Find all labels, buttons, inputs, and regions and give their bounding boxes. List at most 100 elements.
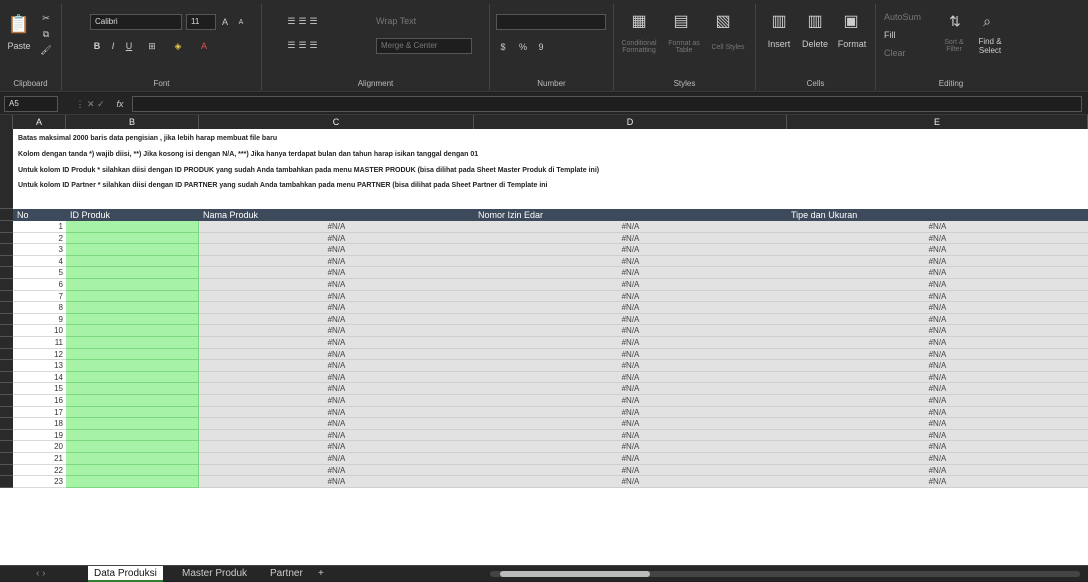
cell-no[interactable]: 21 [13, 453, 66, 465]
cell-no[interactable]: 13 [13, 360, 66, 372]
cell-no[interactable]: 22 [13, 464, 66, 477]
cell-nama-produk[interactable]: #N/A [199, 221, 474, 233]
horizontal-align-icons[interactable]: ☰☰☰ [274, 38, 334, 52]
cell-no[interactable]: 7 [13, 290, 66, 303]
row-header[interactable] [0, 441, 13, 453]
cell-nomor-izin-edar[interactable]: #N/A [474, 418, 787, 430]
cell-no[interactable]: 11 [13, 337, 66, 349]
cell-nomor-izin-edar[interactable]: #N/A [474, 406, 787, 419]
cell-nomor-izin-edar[interactable]: #N/A [474, 429, 787, 442]
cell-id-produk[interactable] [66, 244, 199, 256]
copy-icon[interactable]: ⧉ [38, 28, 54, 40]
row-header[interactable] [0, 313, 13, 326]
cell-no[interactable]: 8 [13, 302, 66, 314]
cell-id-produk[interactable] [66, 290, 199, 303]
row-header[interactable] [0, 221, 13, 233]
number-format-select[interactable] [496, 14, 606, 30]
cell-nama-produk[interactable]: #N/A [199, 244, 474, 256]
cell-nama-produk[interactable]: #N/A [199, 418, 474, 430]
cell-tipe-ukuran[interactable]: #N/A [787, 371, 1088, 384]
row-header[interactable] [0, 290, 13, 303]
row-header[interactable] [0, 464, 13, 477]
horizontal-scrollbar[interactable] [490, 571, 1080, 577]
find-select-button[interactable]: Find & Select [972, 36, 1008, 56]
cell-tipe-ukuran[interactable]: #N/A [787, 383, 1088, 395]
tab-data-produksi[interactable]: Data Produksi [88, 566, 163, 582]
borders-icon[interactable]: ⊞ [142, 38, 162, 54]
column-header-d[interactable]: D [474, 115, 787, 129]
row-header[interactable] [0, 279, 13, 291]
add-sheet-button[interactable]: + [312, 566, 330, 582]
cell-nomor-izin-edar[interactable]: #N/A [474, 267, 787, 279]
formula-icons[interactable]: ⋮ ✕ ✓ [70, 96, 110, 112]
column-header-a[interactable]: A [13, 115, 66, 129]
vertical-align-icons[interactable]: ☰☰☰ [274, 14, 334, 28]
cell-nomor-izin-edar[interactable]: #N/A [474, 383, 787, 395]
row-header[interactable] [0, 371, 13, 384]
cell-id-produk[interactable] [66, 325, 199, 337]
name-box[interactable]: A5 [4, 96, 58, 112]
cell-nomor-izin-edar[interactable]: #N/A [474, 337, 787, 349]
cell-nomor-izin-edar[interactable]: #N/A [474, 290, 787, 303]
format-as-table-icon[interactable]: ▤ [666, 10, 696, 32]
cell-tipe-ukuran[interactable]: #N/A [787, 255, 1088, 268]
delete-icon[interactable]: ▥ [800, 10, 830, 32]
tab-master-produk[interactable]: Master Produk [176, 566, 253, 582]
cell-nama-produk[interactable]: #N/A [199, 348, 474, 361]
cell-nama-produk[interactable]: #N/A [199, 383, 474, 395]
underline-button[interactable]: U [122, 38, 136, 54]
increase-font-icon[interactable]: A [218, 14, 232, 30]
cell-id-produk[interactable] [66, 232, 199, 245]
cell-nomor-izin-edar[interactable]: #N/A [474, 279, 787, 291]
format-button[interactable]: Format [834, 38, 870, 50]
cell-nomor-izin-edar[interactable]: #N/A [474, 360, 787, 372]
cell-no[interactable]: 12 [13, 348, 66, 361]
cell-tipe-ukuran[interactable]: #N/A [787, 221, 1088, 233]
cell-styles-button[interactable]: Cell Styles [706, 36, 750, 58]
cell-no[interactable]: 18 [13, 418, 66, 430]
font-size-select[interactable]: 11 [186, 14, 216, 30]
font-name-select[interactable]: Calibri [90, 14, 182, 30]
table-header-nama-produk[interactable]: Nama Produk [199, 209, 474, 221]
cell-tipe-ukuran[interactable]: #N/A [787, 418, 1088, 430]
fill-button[interactable]: Fill [884, 28, 924, 42]
cell-tipe-ukuran[interactable]: #N/A [787, 348, 1088, 361]
cell-id-produk[interactable] [66, 302, 199, 314]
paste-button[interactable]: Paste [2, 40, 36, 52]
format-painter-icon[interactable]: 🖌 [38, 44, 54, 56]
cell-id-produk[interactable] [66, 464, 199, 477]
cell-tipe-ukuran[interactable]: #N/A [787, 244, 1088, 256]
cell-id-produk[interactable] [66, 267, 199, 279]
cell-no[interactable]: 6 [13, 279, 66, 291]
cell-nomor-izin-edar[interactable]: #N/A [474, 244, 787, 256]
row-header[interactable] [0, 302, 13, 314]
cell-nama-produk[interactable]: #N/A [199, 360, 474, 372]
cell-tipe-ukuran[interactable]: #N/A [787, 267, 1088, 279]
select-all-corner[interactable] [0, 115, 13, 129]
clear-button[interactable]: Clear [884, 46, 924, 60]
spreadsheet-grid[interactable]: A B C D E Batas maksimal 2000 baris data… [0, 115, 1088, 565]
wrap-text-button[interactable]: Wrap Text [376, 14, 466, 28]
cell-nama-produk[interactable]: #N/A [199, 279, 474, 291]
paste-icon[interactable]: 📋 [6, 10, 32, 38]
cell-tipe-ukuran[interactable]: #N/A [787, 337, 1088, 349]
cell-nomor-izin-edar[interactable]: #N/A [474, 221, 787, 233]
cell-id-produk[interactable] [66, 453, 199, 465]
fx-button[interactable]: fx [110, 96, 130, 112]
row-header[interactable] [0, 383, 13, 395]
row-header[interactable] [0, 232, 13, 245]
cell-no[interactable]: 17 [13, 406, 66, 419]
cell-tipe-ukuran[interactable]: #N/A [787, 325, 1088, 337]
row-header[interactable] [0, 395, 13, 407]
row-header[interactable] [0, 325, 13, 337]
cell-nomor-izin-edar[interactable]: #N/A [474, 395, 787, 407]
cell-tipe-ukuran[interactable]: #N/A [787, 279, 1088, 291]
cell-tipe-ukuran[interactable]: #N/A [787, 360, 1088, 372]
insert-button[interactable]: Insert [762, 38, 796, 50]
row-header[interactable] [0, 209, 13, 221]
cell-id-produk[interactable] [66, 383, 199, 395]
cell-nama-produk[interactable]: #N/A [199, 302, 474, 314]
find-icon[interactable]: ⌕ [976, 10, 998, 32]
cell-no[interactable]: 9 [13, 313, 66, 326]
cell-nomor-izin-edar[interactable]: #N/A [474, 325, 787, 337]
